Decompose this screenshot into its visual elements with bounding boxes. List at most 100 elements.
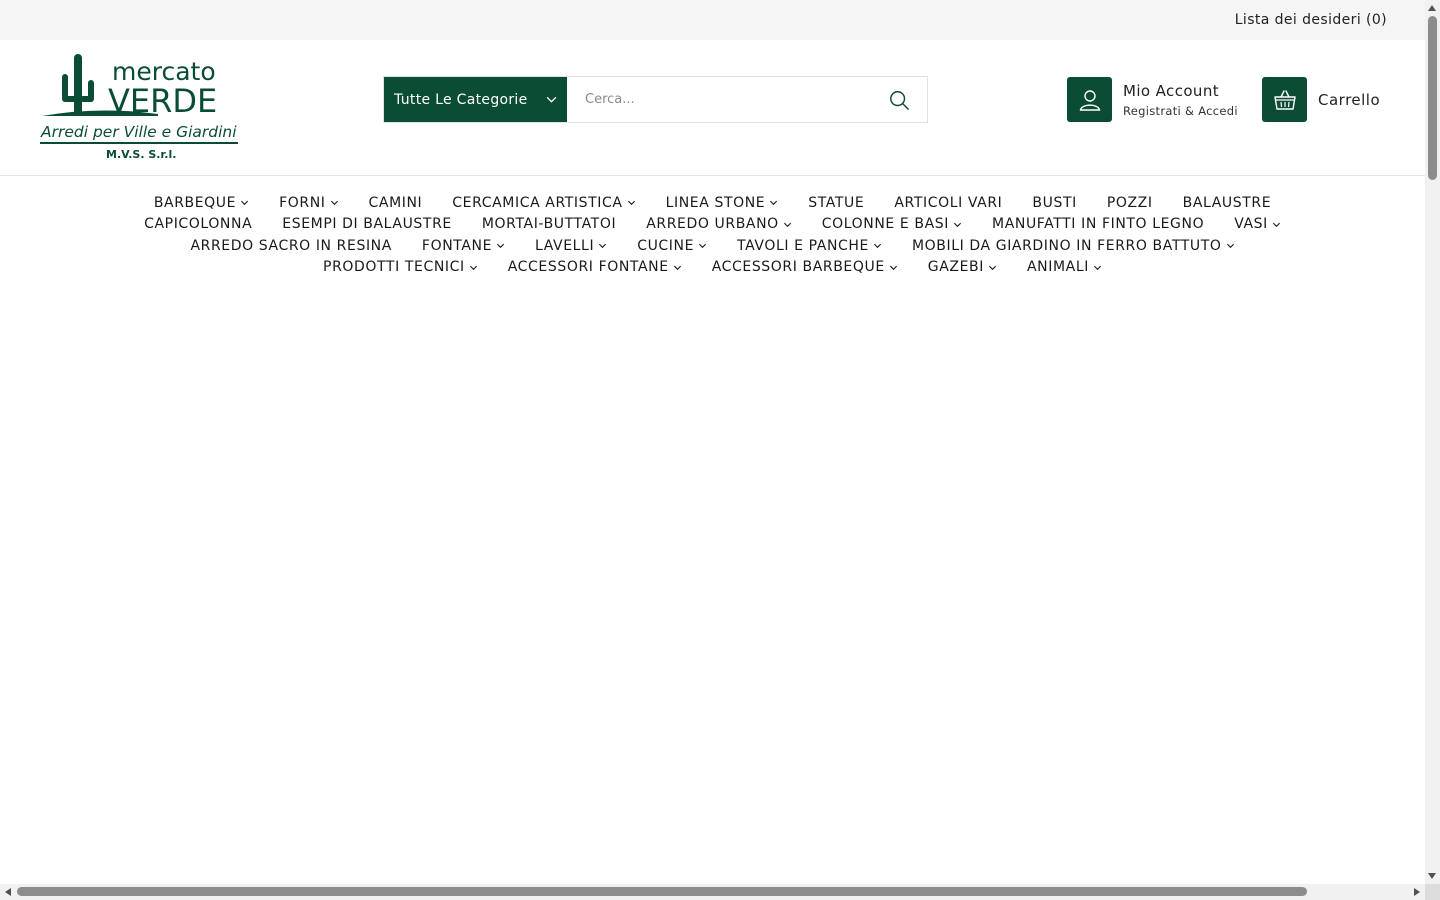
account-text: Mio Account Registrati & Accedi [1123, 82, 1238, 118]
logo-word-verde: VERDE [108, 82, 217, 120]
main-navigation: BARBEQUE FORNI CAMINI CERCAMICA ARTISTICA LI… [0, 176, 1425, 278]
site-header: mercato VERDE Arredi per Ville e Giardin… [0, 40, 1425, 176]
nav-item-label: TAVOLI E PANCHE [737, 237, 869, 254]
nav-item-cucine[interactable]: CUCINE [622, 238, 722, 254]
nav-item-colonne-e-basi[interactable]: COLONNE E BASI [807, 216, 977, 232]
nav-item-mortai-buttatoi[interactable]: MORTAI-BUTTATOI [467, 216, 631, 232]
search-input[interactable] [567, 77, 871, 122]
chevron-down-icon [599, 244, 607, 249]
basket-icon [1273, 89, 1296, 110]
nav-item-label: VASI [1234, 216, 1268, 233]
nav-item-label: FORNI [279, 194, 326, 211]
account-subtitle: Registrati & Accedi [1123, 103, 1238, 118]
logo[interactable]: mercato VERDE Arredi per Ville e Giardin… [38, 52, 240, 162]
nav-item-articoli-vari[interactable]: ARTICOLI VARI [879, 195, 1017, 211]
scroll-up-arrow-icon[interactable] [1428, 5, 1436, 11]
vertical-scrollbar[interactable] [1425, 0, 1440, 884]
chevron-down-icon [783, 222, 791, 227]
account-link[interactable]: Mio Account Registrati & Accedi [1067, 77, 1238, 122]
chevron-down-icon [988, 265, 997, 270]
nav-item-balaustre[interactable]: BALAUSTRE [1168, 195, 1287, 211]
nav-item-camini[interactable]: CAMINI [354, 195, 438, 211]
category-select[interactable]: Tutte Le Categorie [384, 77, 567, 122]
nav-item-vasi[interactable]: VASI [1219, 216, 1296, 232]
scroll-down-arrow-icon[interactable] [1428, 873, 1436, 879]
account-title: Mio Account [1123, 81, 1220, 100]
nav-item-label: GAZEBI [927, 259, 984, 276]
cart-icon-box [1262, 77, 1307, 122]
chevron-down-icon [241, 201, 249, 206]
nav-row: PRODOTTI TECNICI ACCESSORI FONTANE ACCESSO… [308, 257, 1117, 279]
logo-tagline: Arredi per Ville e Giardini [40, 123, 237, 141]
chevron-down-icon [330, 201, 338, 206]
nav-item-label: BALAUSTRE [1182, 194, 1272, 211]
nav-item-capicolonna[interactable]: CAPICOLONNA [129, 216, 267, 232]
nav-item-accessori-barbeque[interactable]: ACCESSORI BARBEQUE [697, 259, 913, 275]
nav-item-label: BARBEQUE [153, 194, 237, 211]
nav-item-animali[interactable]: ANIMALI [1012, 259, 1117, 275]
logo-company: M.V.S. S.r.l. [106, 148, 176, 161]
nav-item-barbeque[interactable]: BARBEQUE [139, 195, 264, 211]
nav-item-cercamica-artistica[interactable]: CERCAMICA ARTISTICA [437, 195, 650, 211]
cactus-logo-icon: mercato VERDE Arredi per Ville e Giardin… [40, 54, 238, 161]
nav-item-fontane[interactable]: FONTANE [407, 238, 520, 254]
nav-item-label: ARREDO URBANO [646, 216, 779, 233]
nav-item-gazebi[interactable]: GAZEBI [913, 259, 1012, 275]
nav-item-tavoli-e-panche[interactable]: TAVOLI E PANCHE [722, 238, 897, 254]
nav-item-lavelli[interactable]: LAVELLI [520, 238, 622, 254]
chevron-down-icon [1093, 265, 1102, 270]
horizontal-scrollbar[interactable] [0, 884, 1425, 900]
vertical-scroll-thumb[interactable] [1428, 16, 1437, 180]
nav-item-linea-stone[interactable]: LINEA STONE [651, 195, 794, 211]
nav-item-label: CUCINE [637, 237, 695, 254]
nav-item-label: LINEA STONE [665, 194, 766, 211]
nav-item-label: LAVELLI [535, 237, 595, 254]
nav-item-label: COLONNE E BASI [821, 216, 950, 233]
nav-item-label: CERCAMICA ARTISTICA [452, 194, 623, 211]
wishlist-link[interactable]: Lista dei desideri (0) [1235, 12, 1387, 28]
nav-item-forni[interactable]: FORNI [264, 195, 353, 211]
nav-item-esempi-di-balaustre[interactable]: ESEMPI DI BALAUSTRE [267, 216, 467, 232]
chevron-down-icon [546, 96, 557, 103]
nav-item-label: FONTANE [421, 237, 493, 254]
nav-item-label: CAPICOLONNA [144, 216, 253, 233]
nav-item-label: ARTICOLI VARI [894, 194, 1003, 211]
chevron-down-icon [1226, 244, 1234, 249]
nav-item-mobili-da-giardino-in-ferro-battuto[interactable]: MOBILI DA GIARDINO IN FERRO BATTUTO [897, 238, 1250, 254]
nav-item-label: ANIMALI [1027, 259, 1089, 276]
nav-item-busti[interactable]: BUSTI [1017, 195, 1091, 211]
search-icon [890, 90, 909, 110]
horizontal-scroll-thumb[interactable] [17, 887, 1307, 896]
account-icon-box [1067, 77, 1112, 122]
user-icon [1079, 89, 1100, 111]
nav-item-arredo-urbano[interactable]: ARREDO URBANO [631, 216, 807, 232]
cart-link[interactable]: Carrello [1262, 77, 1380, 122]
nav-item-pozzi[interactable]: POZZI [1092, 195, 1168, 211]
nav-item-prodotti-tecnici[interactable]: PRODOTTI TECNICI [308, 259, 493, 275]
chevron-down-icon [1272, 222, 1280, 227]
nav-item-label: ARREDO SACRO IN RESINA [190, 237, 392, 254]
nav-item-accessori-fontane[interactable]: ACCESSORI FONTANE [493, 259, 697, 275]
nav-item-label: PRODOTTI TECNICI [323, 259, 465, 276]
nav-row: BARBEQUE FORNI CAMINI CERCAMICA ARTISTICA LI… [139, 192, 1286, 214]
nav-item-label: ESEMPI DI BALAUSTRE [282, 216, 452, 233]
nav-item-label: MOBILI DA GIARDINO IN FERRO BATTUTO [911, 237, 1222, 254]
search-button[interactable] [871, 77, 927, 122]
chevron-down-icon [699, 244, 707, 249]
chevron-down-icon [469, 265, 477, 270]
chevron-down-icon [496, 244, 505, 249]
scroll-left-arrow-icon[interactable] [5, 888, 11, 896]
nav-row: ARREDO SACRO IN RESINA FONTANE LAVELLI CUCI… [175, 235, 1249, 257]
nav-item-statue[interactable]: STATUE [793, 195, 879, 211]
chevron-down-icon [673, 265, 681, 270]
cart-label: Carrello [1318, 90, 1381, 109]
nav-item-label: BUSTI [1032, 194, 1077, 211]
nav-item-label: MORTAI-BUTTATOI [481, 216, 617, 233]
scroll-right-arrow-icon[interactable] [1414, 888, 1420, 896]
nav-item-manufatti-in-finto-legno[interactable]: MANUFATTI IN FINTO LEGNO [977, 216, 1219, 232]
nav-row: CAPICOLONNA ESEMPI DI BALAUSTRE MORTAI-BUT… [129, 214, 1296, 236]
nav-item-label: CAMINI [368, 194, 423, 211]
nav-item-arredo-sacro-in-resina[interactable]: ARREDO SACRO IN RESINA [175, 238, 406, 254]
chevron-down-icon [627, 201, 635, 206]
page-viewport: Lista dei desideri (0) mercato VERDE Arr… [0, 0, 1425, 884]
